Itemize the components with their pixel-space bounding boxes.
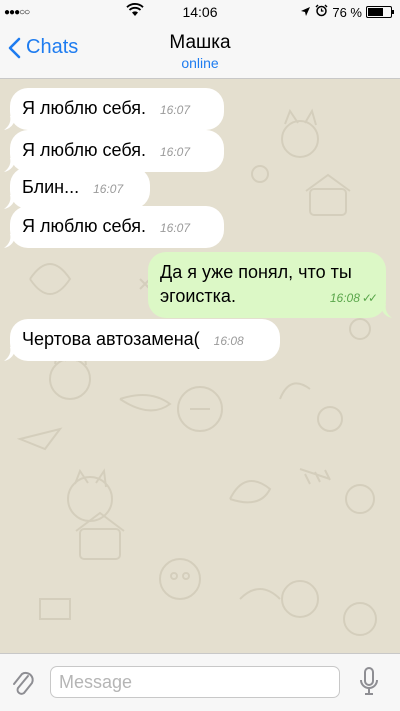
message-time: 16:07 — [159, 103, 191, 117]
message-time: 16:08 — [213, 334, 244, 348]
message-input[interactable] — [50, 666, 340, 698]
message-text: Блин... — [22, 177, 80, 197]
read-checkmarks-icon: ✓✓ — [361, 291, 378, 305]
status-bar: ●●●○○ 14:06 76 % — [0, 0, 400, 24]
chat-area[interactable]: Я люблю себя. 16:07 Я люблю себя. 16:07 Бл… — [0, 79, 400, 653]
message-time: 16:07 — [93, 182, 124, 196]
battery-icon — [366, 6, 394, 18]
message-text-line-wrap: эгоистка. 16:08 ✓✓ — [160, 284, 378, 310]
paperclip-icon[interactable] — [10, 668, 36, 703]
status-right: 76 % — [300, 4, 394, 20]
battery-percent: 76 % — [332, 4, 362, 20]
message-text: Я люблю себя. — [22, 216, 146, 236]
message-text-line: эгоистка. — [160, 286, 236, 306]
message-time: 16:08 — [329, 291, 360, 305]
message-meta: 16:08 ✓✓ — [316, 284, 378, 310]
chat-title[interactable]: Машка online — [0, 32, 400, 72]
location-arrow-icon — [300, 5, 311, 20]
bubble-tail — [380, 304, 392, 318]
nav-bar: Chats Машка online — [0, 24, 400, 79]
bubble-tail — [4, 195, 16, 209]
bubble-tail — [4, 234, 16, 248]
bubble-tail — [4, 158, 16, 172]
message-time: 16:07 — [159, 221, 191, 235]
alarm-clock-icon — [315, 4, 328, 20]
message-time: 16:07 — [159, 145, 191, 159]
message-bubble-incoming[interactable]: Я люблю себя. 16:07 — [4, 206, 224, 248]
message-text: Чертова автозамена( — [22, 329, 200, 349]
message-text-line: Да я уже понял, что ты — [160, 262, 352, 282]
battery-fill — [368, 8, 383, 16]
microphone-icon[interactable] — [358, 666, 380, 703]
contact-status: online — [181, 55, 219, 71]
message-bubble-incoming[interactable]: Я люблю себя. 16:07 — [4, 130, 224, 172]
bubble-tail — [4, 116, 16, 130]
message-bubble-incoming[interactable]: Чертова автозамена( 16:08 — [4, 319, 280, 361]
message-text: Я люблю себя. — [22, 98, 146, 118]
message-bubble-incoming[interactable]: Я люблю себя. 16:07 — [4, 88, 224, 130]
message-bubble-outgoing[interactable]: Да я уже понял, что ты эгоистка. 16:08 ✓✓ — [148, 252, 392, 318]
contact-name: Машка — [169, 32, 231, 53]
message-text: Я люблю себя. — [22, 140, 146, 160]
message-bubble-incoming[interactable]: Блин... 16:07 — [4, 167, 150, 209]
bubble-tail — [4, 347, 16, 361]
input-bar — [0, 653, 400, 711]
